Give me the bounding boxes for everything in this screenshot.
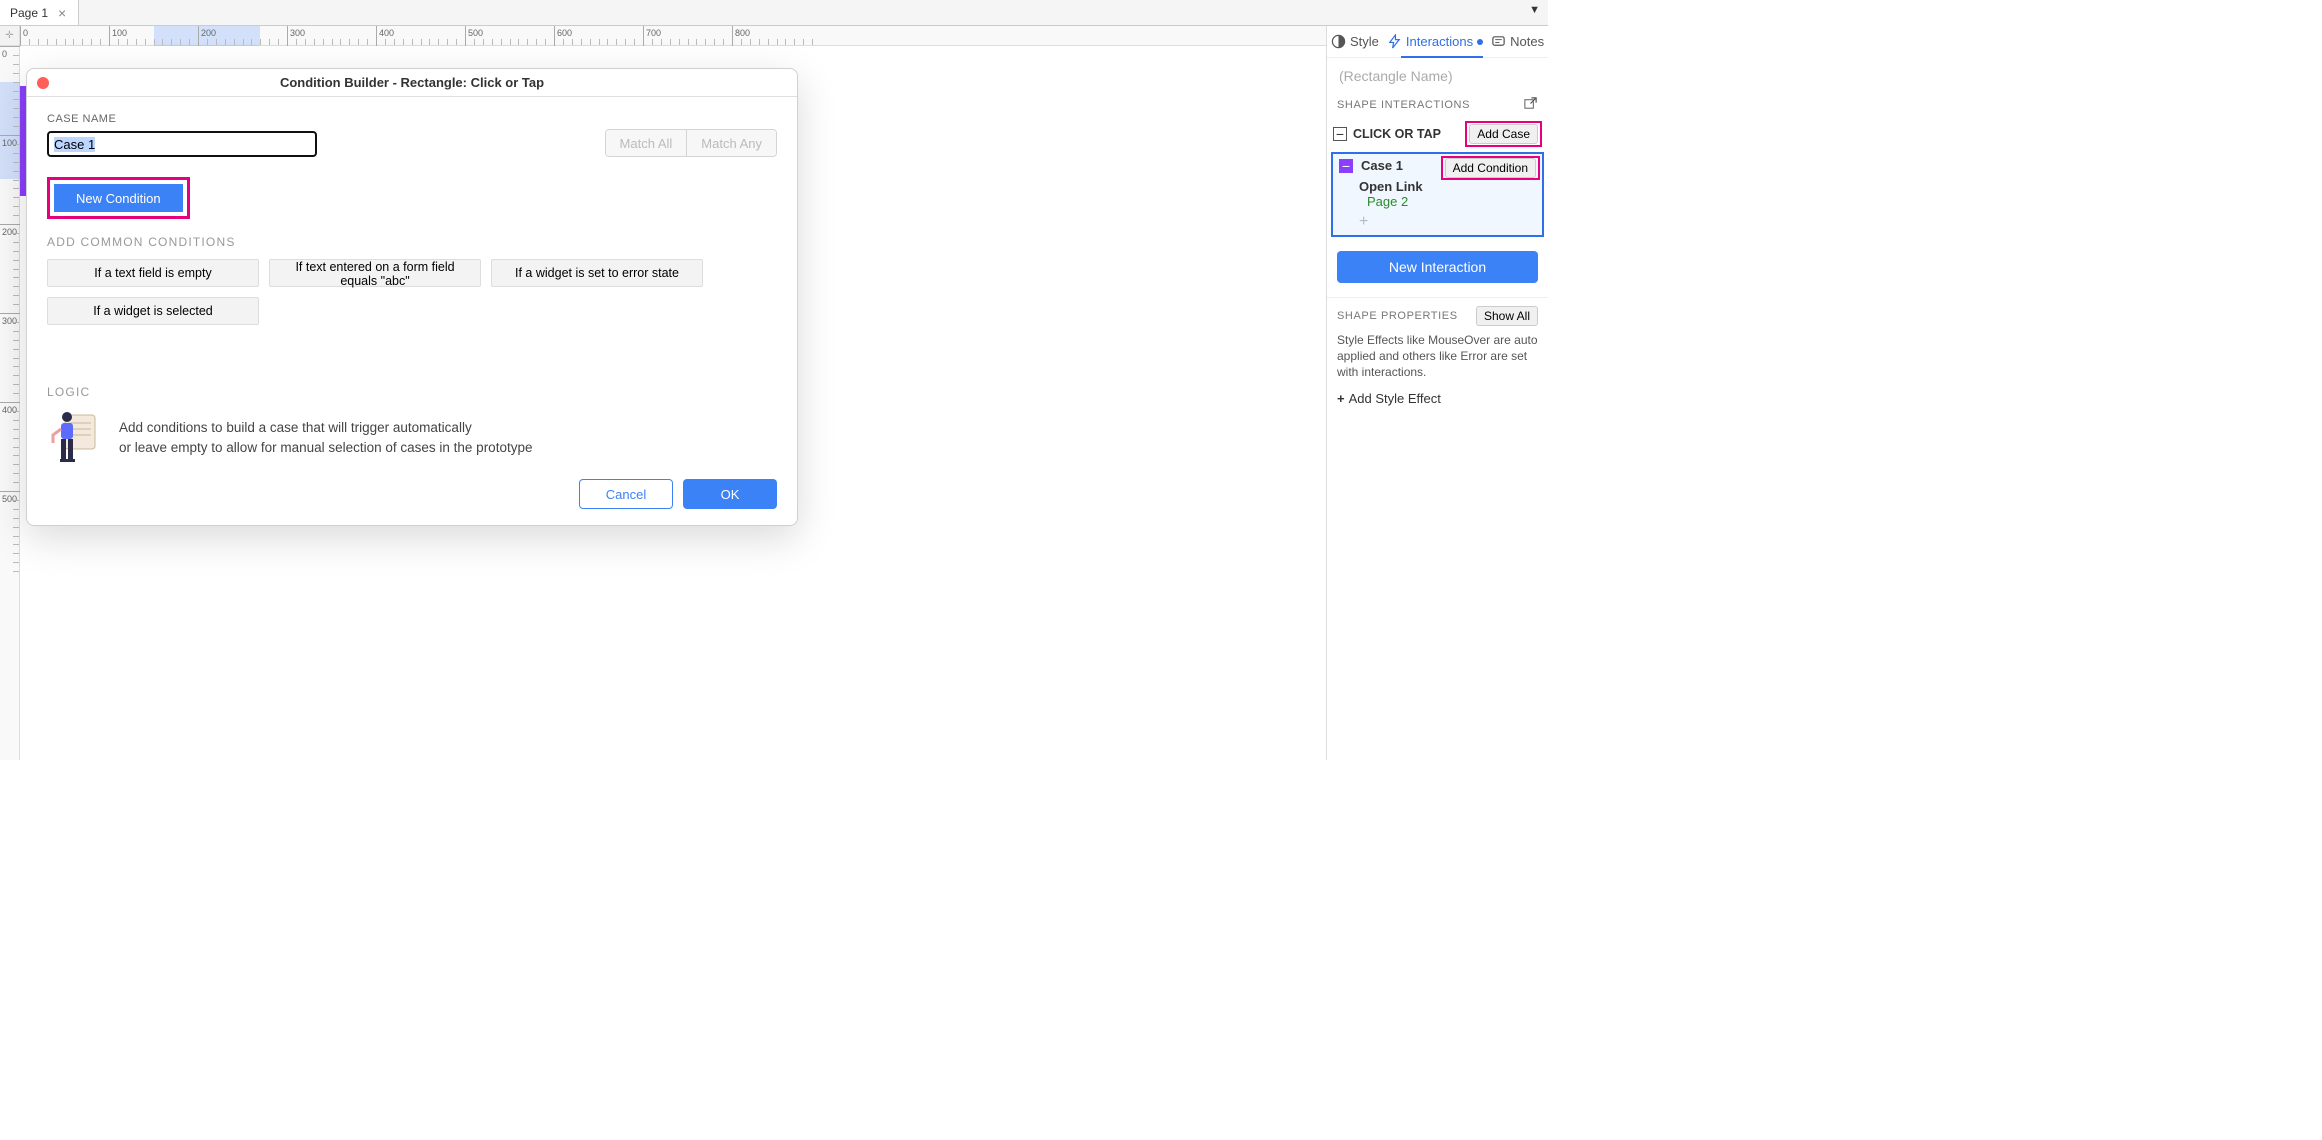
case-collapse-icon[interactable]: − — [1339, 159, 1353, 173]
new-condition-button[interactable]: New Condition — [54, 184, 183, 212]
inspector-body: (Rectangle Name) SHAPE INTERACTIONS − CL… — [1327, 58, 1548, 760]
match-all-button[interactable]: Match All — [606, 130, 687, 156]
tab-interactions-label: Interactions — [1406, 34, 1473, 49]
logic-line-1: Add conditions to build a case that will… — [119, 418, 532, 438]
condition-builder-dialog: Condition Builder - Rectangle: Click or … — [26, 68, 798, 526]
case-name-input[interactable] — [47, 131, 317, 157]
dialog-footer: Cancel OK — [47, 479, 777, 509]
tab-notes[interactable]: Notes — [1487, 26, 1548, 57]
logic-row: Add conditions to build a case that will… — [47, 409, 777, 467]
workspace: ✛ 0100200300400500600700800 010020030040… — [0, 26, 1548, 760]
add-case-button[interactable]: Add Case — [1469, 124, 1538, 144]
new-interaction-button[interactable]: New Interaction — [1337, 251, 1538, 283]
logic-illustration-icon — [47, 409, 99, 467]
add-action-icon[interactable]: + — [1333, 213, 1542, 235]
dialog-title-text: Condition Builder - Rectangle: Click or … — [280, 75, 544, 90]
dialog-titlebar[interactable]: Condition Builder - Rectangle: Click or … — [27, 69, 797, 97]
page-tabs-bar: Page 1 × ▼ — [0, 0, 1548, 26]
interactions-indicator-dot — [1477, 39, 1483, 45]
logic-label: LOGIC — [47, 385, 777, 399]
tab-style[interactable]: Style — [1327, 26, 1383, 57]
page-tab-label: Page 1 — [10, 6, 48, 20]
popout-icon[interactable] — [1523, 96, 1538, 114]
dialog-body: CASE NAME Match All Match Any New Condit… — [27, 97, 797, 525]
add-style-effect-button[interactable]: + Add Style Effect — [1337, 391, 1538, 406]
shape-properties-section: SHAPE PROPERTIES Show All Style Effects … — [1327, 297, 1548, 414]
close-tab-icon[interactable]: × — [56, 5, 68, 21]
notes-icon — [1491, 34, 1506, 49]
show-all-button[interactable]: Show All — [1476, 306, 1538, 326]
event-row[interactable]: − CLICK OR TAP Add Case — [1327, 118, 1548, 150]
shape-interactions-header: SHAPE INTERACTIONS — [1327, 92, 1548, 118]
style-icon — [1331, 34, 1346, 49]
cancel-button[interactable]: Cancel — [579, 479, 673, 509]
ruler-vertical[interactable]: 0100200300400500 — [0, 46, 20, 760]
common-condition-text-equals[interactable]: If text entered on a form field equals "… — [269, 259, 481, 287]
common-condition-selected[interactable]: If a widget is selected — [47, 297, 259, 325]
tab-notes-label: Notes — [1510, 34, 1544, 49]
action-target[interactable]: Page 2 — [1333, 194, 1542, 213]
close-dialog-button[interactable] — [37, 77, 49, 89]
widget-name-field[interactable]: (Rectangle Name) — [1327, 58, 1548, 92]
add-condition-button[interactable]: Add Condition — [1445, 158, 1536, 178]
ruler-origin[interactable]: ✛ — [0, 26, 20, 46]
common-condition-text-empty[interactable]: If a text field is empty — [47, 259, 259, 287]
inspector-panel: Style Interactions Notes (Rectangle Name… — [1326, 26, 1548, 760]
case-name-label: CASE NAME — [47, 113, 317, 125]
lightning-icon — [1387, 34, 1402, 49]
case-block[interactable]: − Case 1 Add Condition Open Link Page 2 … — [1331, 152, 1544, 237]
logic-help-text: Add conditions to build a case that will… — [119, 418, 532, 457]
page-tab[interactable]: Page 1 × — [0, 0, 79, 25]
event-collapse-icon[interactable]: − — [1333, 127, 1347, 141]
tab-interactions[interactable]: Interactions — [1383, 26, 1487, 57]
canvas-area[interactable]: ✛ 0100200300400500600700800 010020030040… — [0, 26, 1326, 760]
inspector-tabs: Style Interactions Notes — [1327, 26, 1548, 58]
common-conditions-grid: If a text field is empty If text entered… — [47, 259, 777, 325]
match-toggle-group: Match All Match Any — [605, 129, 777, 157]
tab-style-label: Style — [1350, 34, 1379, 49]
match-any-button[interactable]: Match Any — [686, 130, 776, 156]
plus-icon: + — [1337, 391, 1345, 406]
event-label: CLICK OR TAP — [1353, 127, 1441, 141]
add-case-highlight: Add Case — [1465, 121, 1542, 147]
new-condition-highlight: New Condition — [47, 177, 190, 219]
logic-line-2: or leave empty to allow for manual selec… — [119, 438, 532, 458]
add-condition-highlight: Add Condition — [1441, 156, 1540, 180]
shape-properties-label: SHAPE PROPERTIES — [1337, 310, 1458, 322]
tabs-dropdown-icon[interactable]: ▼ — [1529, 4, 1540, 16]
ruler-horizontal[interactable]: 0100200300400500600700800 — [20, 26, 1326, 46]
shape-interactions-label: SHAPE INTERACTIONS — [1337, 99, 1470, 111]
common-conditions-label: ADD COMMON CONDITIONS — [47, 235, 777, 249]
ok-button[interactable]: OK — [683, 479, 777, 509]
shape-properties-description: Style Effects like MouseOver are auto ap… — [1337, 332, 1538, 381]
app-root: Page 1 × ▼ ✛ 0100200300400500600700800 0… — [0, 0, 1548, 760]
add-style-effect-label: Add Style Effect — [1349, 391, 1441, 406]
common-condition-error-state[interactable]: If a widget is set to error state — [491, 259, 703, 287]
